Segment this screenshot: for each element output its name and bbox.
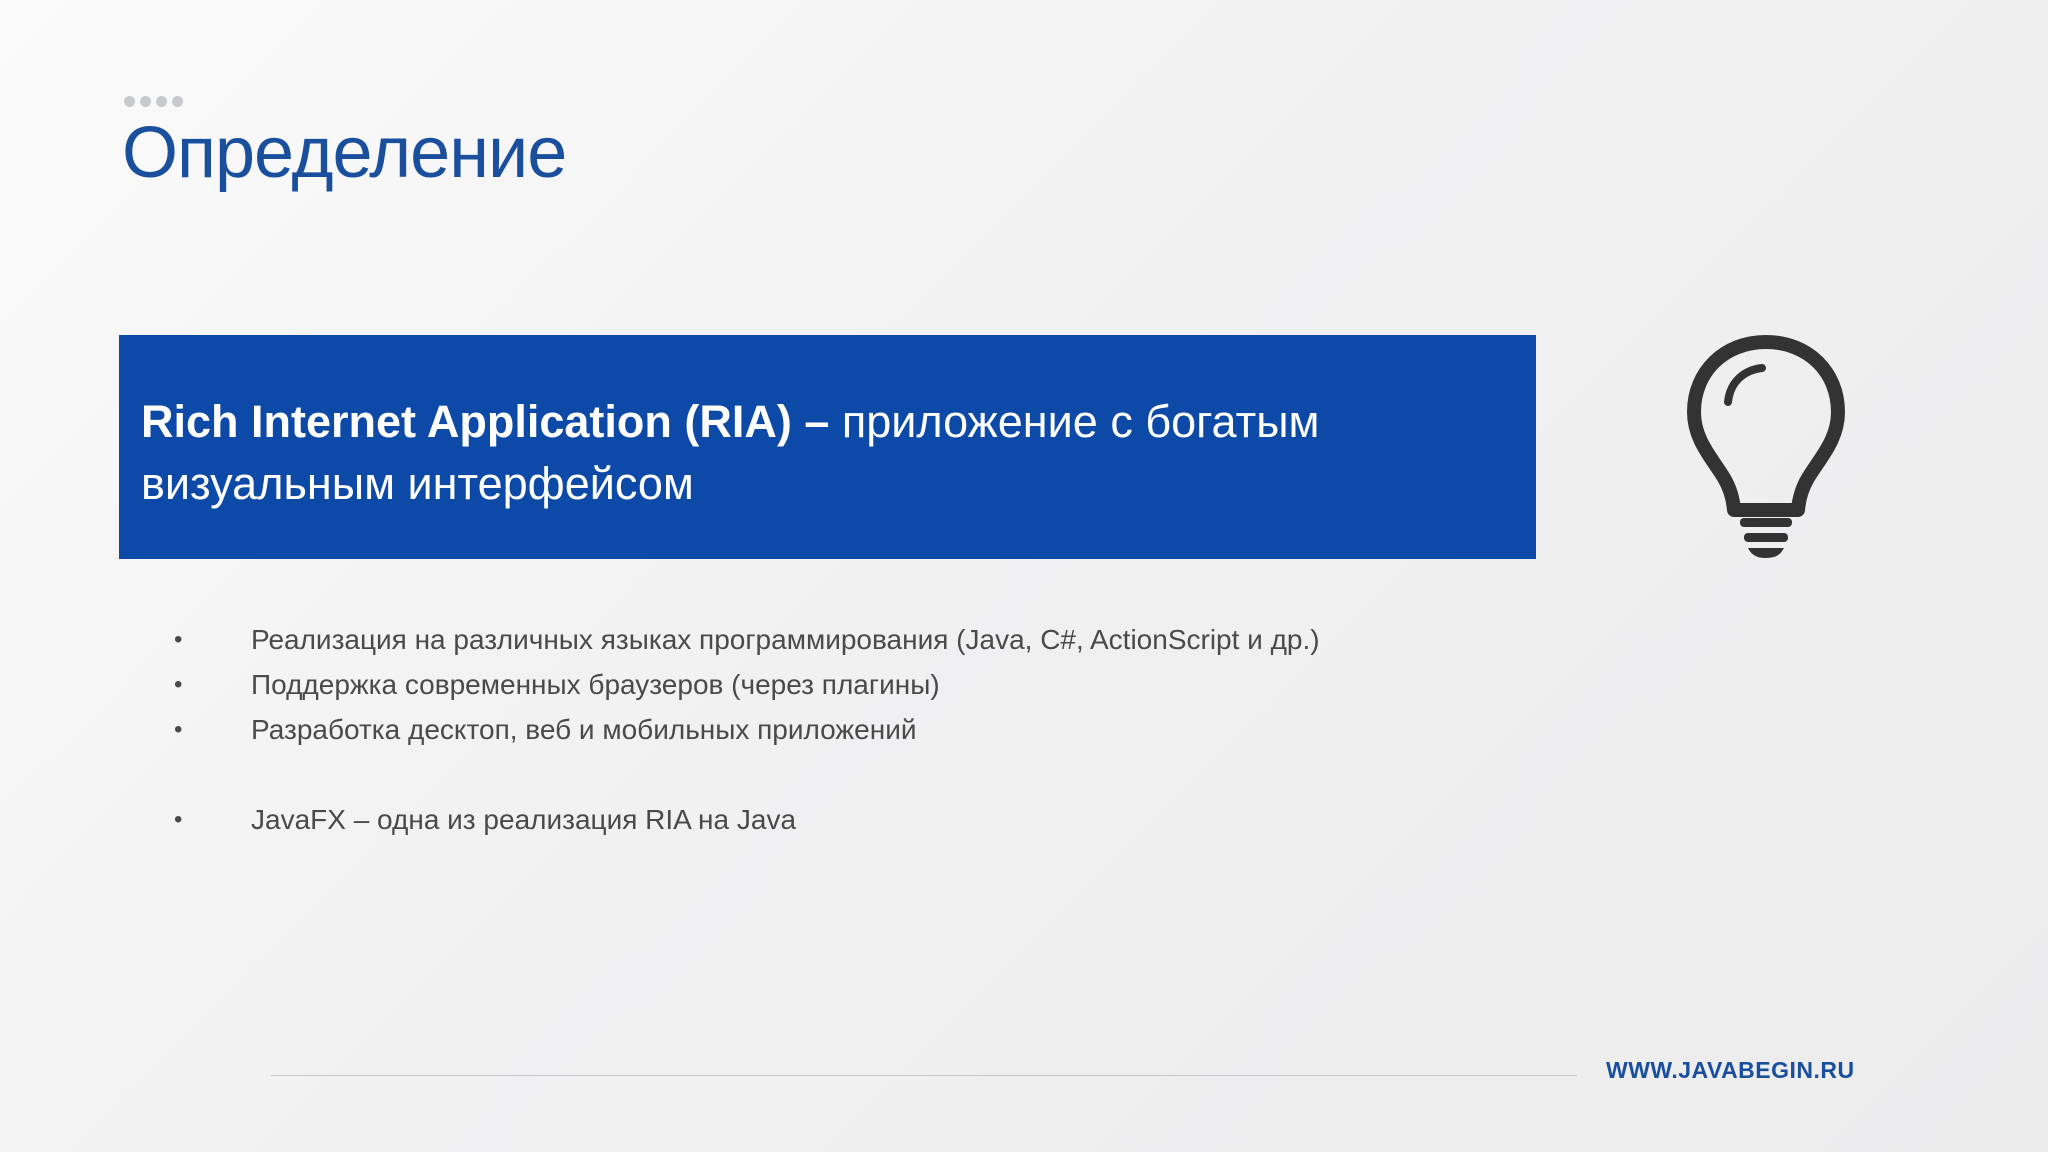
lightbulb-icon (1687, 335, 1845, 558)
bullet-marker: • (174, 716, 183, 743)
dot (172, 96, 183, 107)
footer-divider (271, 1075, 1577, 1076)
list-item: • Реализация на различных языках програм… (170, 617, 1320, 662)
bullet-marker: • (174, 671, 183, 698)
list-item: • Разработка десктоп, веб и мобильных пр… (170, 707, 1320, 752)
page-title: Определение (122, 113, 567, 193)
list-item-text: JavaFX – одна из реализация RIA на Java (251, 804, 797, 835)
bullet-list: • Реализация на различных языках програм… (170, 617, 1320, 842)
decorative-dots (124, 96, 183, 107)
definition-term: Rich Internet Application (RIA) – (141, 396, 830, 447)
definition-box: Rich Internet Application (RIA) – прилож… (119, 335, 1536, 559)
list-item-text: Разработка десктоп, веб и мобильных прил… (251, 714, 917, 745)
footer-link[interactable]: WWW.JAVABEGIN.RU (1606, 1057, 1855, 1084)
list-item: • JavaFX – одна из реализация RIA на Jav… (170, 797, 1320, 842)
bullet-marker: • (174, 806, 183, 833)
dot (156, 96, 167, 107)
dot (140, 96, 151, 107)
bullet-marker: • (174, 626, 183, 653)
list-item-text: Реализация на различных языках программи… (251, 624, 1320, 655)
list-item: • Поддержка современных браузеров (через… (170, 662, 1320, 707)
dot (124, 96, 135, 107)
definition-text: Rich Internet Application (RIA) – прилож… (141, 391, 1381, 515)
list-item-text: Поддержка современных браузеров (через п… (251, 669, 940, 700)
